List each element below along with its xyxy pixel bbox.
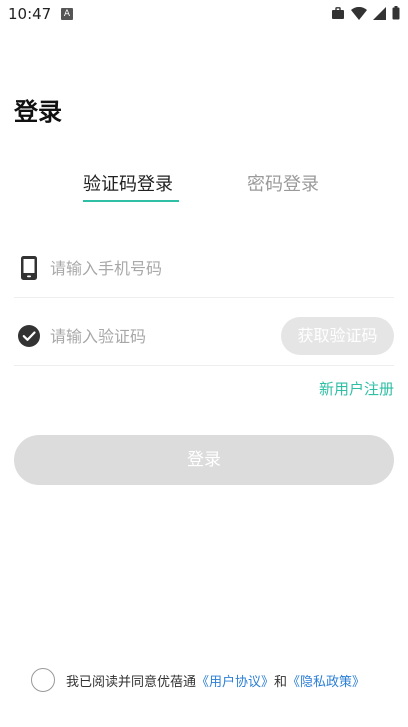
signal-icon — [373, 6, 386, 20]
agreement-checkbox[interactable] — [31, 668, 55, 692]
get-code-button[interactable]: 获取验证码 — [281, 317, 394, 355]
user-agreement-link[interactable]: 《用户协议》 — [196, 675, 274, 690]
wifi-icon — [351, 6, 367, 20]
battery-icon — [392, 6, 400, 20]
agreement-text: 我已阅读并同意优蓓通《用户协议》和《隐私政策》 — [66, 671, 365, 690]
agreement-and: 和 — [274, 674, 288, 690]
code-row: 获取验证码 — [14, 306, 394, 366]
status-icons — [331, 6, 400, 20]
agreement-prefix: 我已阅读并同意优蓓通 — [66, 674, 197, 690]
code-input[interactable] — [50, 320, 270, 352]
status-time: 10:47 — [8, 5, 52, 23]
login-button[interactable]: 登录 — [14, 435, 394, 485]
status-bar: 10:47 A — [0, 0, 408, 28]
tab-sms-login[interactable]: 验证码登录 — [83, 170, 173, 196]
page-title: 登录 — [14, 98, 62, 126]
check-circle-icon — [18, 325, 40, 347]
phone-input[interactable] — [50, 252, 270, 284]
phone-icon — [21, 256, 37, 280]
register-link[interactable]: 新用户注册 — [319, 378, 394, 399]
briefcase-icon — [332, 6, 344, 19]
privacy-policy-link[interactable]: 《隐私政策》 — [287, 675, 365, 690]
active-tab-indicator — [83, 200, 179, 202]
phone-row — [14, 238, 394, 298]
tab-password-login[interactable]: 密码登录 — [247, 170, 319, 196]
notification-badge: A — [61, 8, 73, 20]
agreement-row: 我已阅读并同意优蓓通《用户协议》和《隐私政策》 — [31, 667, 365, 693]
